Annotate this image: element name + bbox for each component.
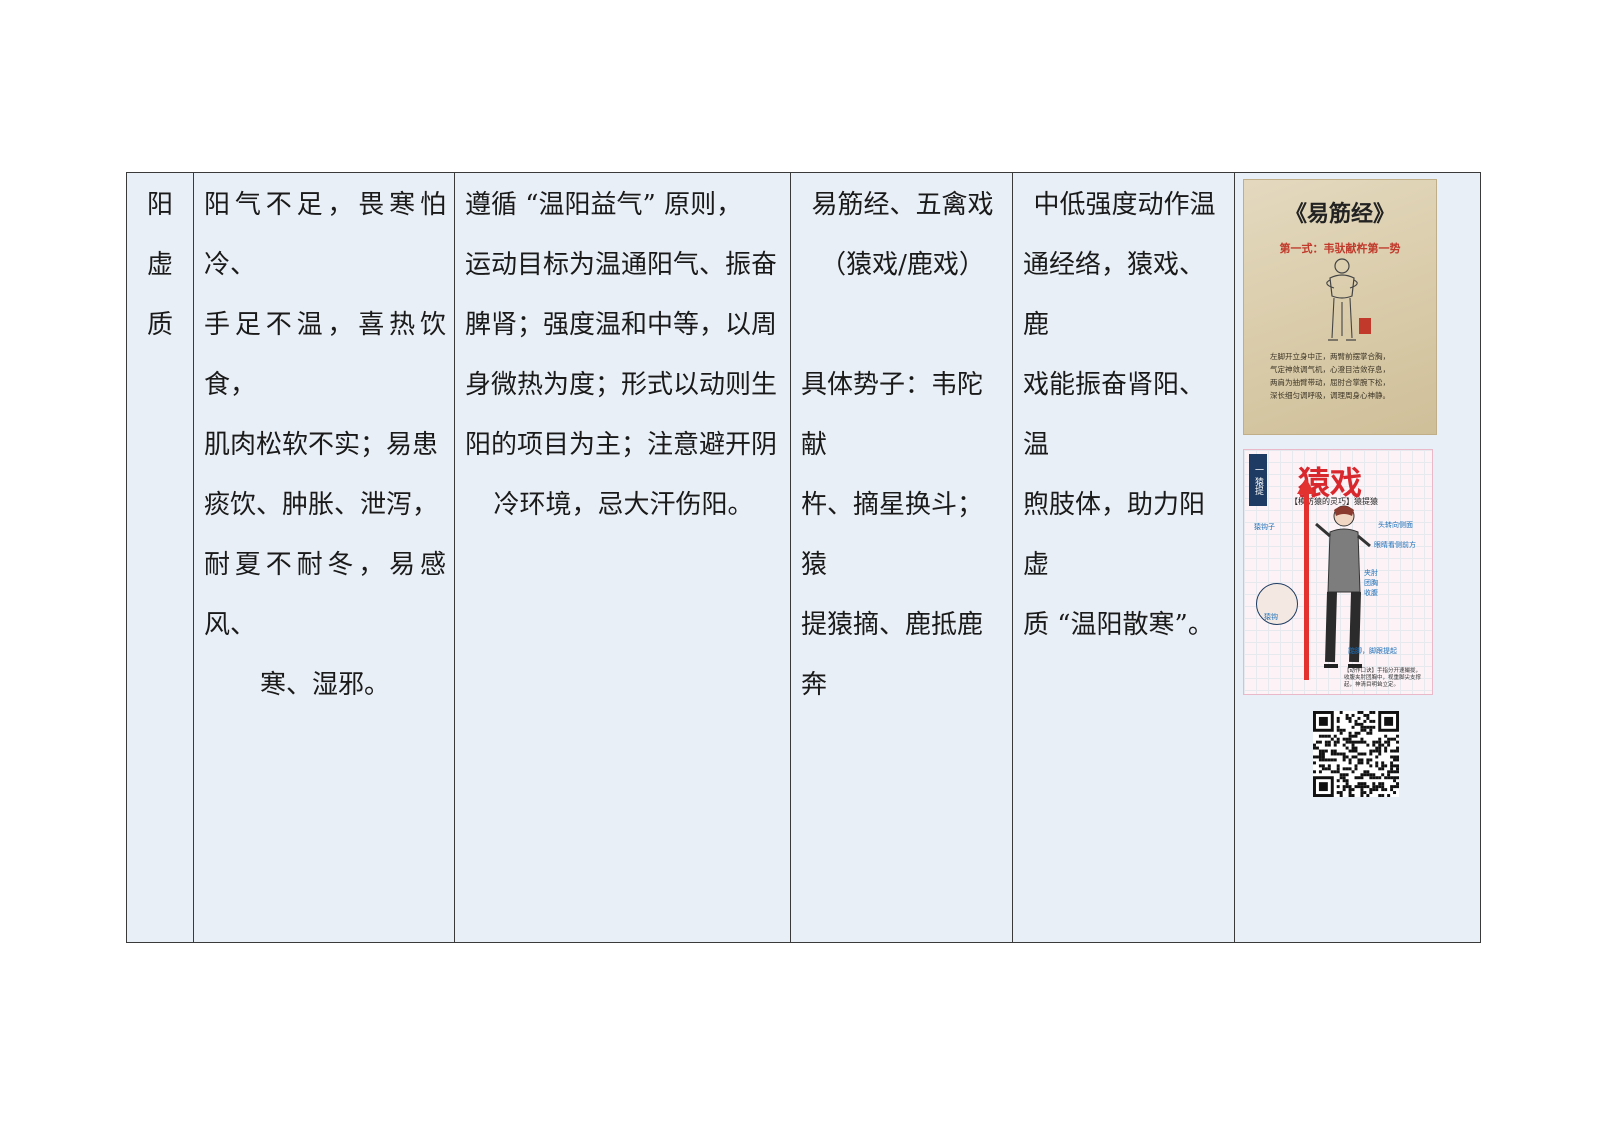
principle-line: 遵循 “温阳益气” 原则， — [465, 190, 743, 220]
principle-line: 身微热为度；形式以动则生 — [465, 370, 778, 400]
type-char: 质 — [146, 310, 173, 340]
effect-line: 质 “温阳散寒”。 — [1023, 610, 1214, 640]
poster-description: 左脚开立身中正，两臂前摆掌合胸， 气定神敛调气机，心澄目洁敛存息， 两肩为抽臂带… — [1270, 350, 1418, 402]
illustration-cell: 《易筋经》 第一式：韦驮献杵第一势 左脚开立身中正，两臂前摆掌合胸， 气定神敛调… — [1234, 172, 1481, 943]
callout-label: 夹肘 — [1364, 569, 1378, 577]
poster-note: 【动作口诀】手指分开速撮拢，收腹夹肘团胸中，视重脚尖支撑起，神清目明耸立定。 — [1344, 668, 1422, 688]
desc-line: 左脚开立身中正，两臂前摆掌合胸， — [1270, 352, 1390, 361]
callout-label: 眼睛看侧前方 — [1374, 541, 1416, 549]
poster-title: 《易筋经》 — [1284, 201, 1395, 227]
callout-label: 收腹 — [1364, 589, 1378, 597]
characteristics-line: 阳气不足，畏寒怕冷、 — [204, 190, 446, 280]
yuanxi-poster: 一 猿提 猿戏 【模仿猿的灵巧】猿提猿 猿钩子 头转向侧面 眼睛看侧前方 夹肘 … — [1243, 449, 1433, 695]
principle-line: 阳的项目为主；注意避开阴 — [465, 430, 778, 460]
characteristics-line: 手足不温，喜热饮食， — [204, 310, 446, 400]
table-row: 阳 虚 质 阳气不足，畏寒怕冷、 手足不温，喜热饮食， 肌肉松软不实；易患 痰饮… — [126, 172, 1481, 943]
characteristics-cell: 阳气不足，畏寒怕冷、 手足不温，喜热饮食， 肌肉松软不实；易患 痰饮、肿胀、泄泻… — [193, 172, 455, 943]
principle-line: 运动目标为温通阳气、振奋 — [465, 250, 778, 280]
exercise-detail-line: 具体势子：韦陀献 — [801, 370, 984, 460]
desc-line: 气定神敛调气机，心澄目洁敛存息， — [1270, 365, 1390, 374]
exercise-detail-line: 提猿摘、鹿抵鹿奔 — [801, 610, 984, 700]
arrow-shaft — [1304, 490, 1309, 680]
characteristics-line: 耐夏不耐冬，易感风、 — [204, 550, 446, 640]
effect-line: 中低强度动作温 — [1033, 190, 1216, 220]
callout-label: 头转向侧面 — [1378, 521, 1413, 529]
effect-line: 煦肢体，助力阳虚 — [1023, 490, 1206, 580]
characteristics-line: 寒、湿邪。 — [259, 670, 390, 700]
characteristics-line: 肌肉松软不实；易患 — [204, 430, 439, 460]
characteristics-line: 痰饮、肿胀、泄泻， — [204, 490, 439, 520]
principle-cell: 遵循 “温阳益气” 原则， 运动目标为温通阳气、振奋 脾肾；强度温和中等，以周 … — [454, 172, 791, 943]
effect-cell: 中低强度动作温 通经络，猿戏、鹿 戏能振奋肾阳、温 煦肢体，助力阳虚 质 “温阳… — [1012, 172, 1235, 943]
effect-line: 通经络，猿戏、鹿 — [1023, 250, 1206, 340]
poster-badge: 一 猿提 — [1249, 454, 1267, 506]
effect-line: 戏能振奋肾阳、温 — [1023, 370, 1206, 460]
type-char: 虚 — [146, 250, 173, 280]
red-seal — [1359, 318, 1371, 334]
principle-line: 脾肾；强度温和中等，以周 — [465, 310, 778, 340]
exercise-detail-line: 杵、摘星换斗；猿 — [801, 490, 984, 580]
callout-label: 踮脚，脚跟提起 — [1348, 647, 1397, 655]
exercise-variant: （猿戏/鹿戏） — [820, 250, 985, 280]
desc-line: 两肩为抽臂带动，屈肘合掌腕下松， — [1270, 378, 1390, 387]
exercise-name: 易筋经、五禽戏 — [811, 190, 994, 220]
poster-subtitle: 第一式：韦驮献杵第一势 — [1279, 242, 1401, 255]
type-char: 阳 — [146, 190, 173, 220]
yijinjing-poster: 《易筋经》 第一式：韦驮献杵第一势 左脚开立身中正，两臂前摆掌合胸， 气定神敛调… — [1243, 179, 1437, 435]
callout-label: 团胸 — [1364, 579, 1378, 587]
desc-line: 深长细匀调呼吸，调理周身心神静。 — [1270, 391, 1390, 400]
constitution-type-cell: 阳 虚 质 — [126, 172, 194, 943]
principle-line: 冷环境，忌大汗伤阳。 — [493, 490, 754, 520]
callout-label: 猿钩 — [1264, 613, 1278, 621]
constitution-table: 阳 虚 质 阳气不足，畏寒怕冷、 手足不温，喜热饮食， 肌肉松软不实；易患 痰饮… — [126, 172, 1481, 943]
callout-label: 猿钩子 — [1254, 523, 1275, 531]
exercise-cell: 易筋经、五禽戏 （猿戏/鹿戏） 具体势子：韦陀献 杵、摘星换斗；猿 提猿摘、鹿抵… — [790, 172, 1013, 943]
qr-code-icon[interactable] — [1313, 711, 1399, 797]
